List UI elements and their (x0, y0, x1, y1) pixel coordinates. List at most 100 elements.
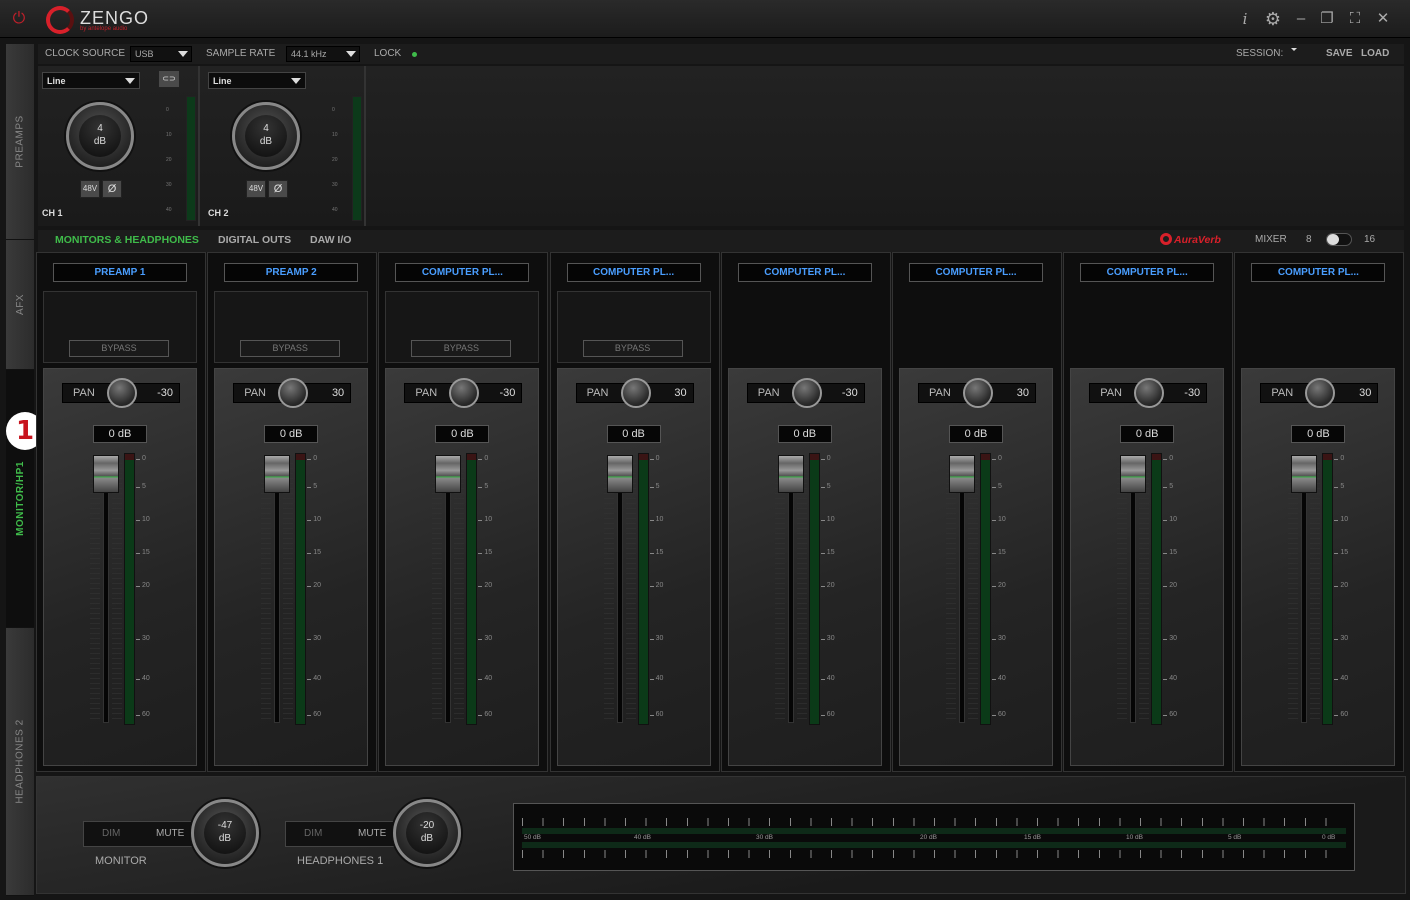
pan-knob[interactable] (449, 378, 480, 408)
headphones-dim-button[interactable]: DIM (304, 828, 322, 839)
channel-name[interactable]: COMPUTER PL... (566, 263, 701, 282)
fader-handle[interactable] (949, 455, 975, 493)
sample-rate-select[interactable]: 44.1 kHz (286, 46, 360, 62)
fader-handle[interactable] (777, 455, 804, 493)
session-dropdown-icon[interactable] (1291, 48, 1297, 51)
pan-knob[interactable] (107, 378, 137, 408)
save-button[interactable]: SAVE (1326, 48, 1353, 59)
fader-gain-value[interactable]: 0 dB (949, 425, 1003, 443)
info-icon[interactable]: i (1236, 10, 1254, 28)
fader-gain-value[interactable]: 0 dB (1291, 425, 1346, 443)
fader-track[interactable] (1130, 463, 1137, 723)
fader-gain-value[interactable]: 0 dB (435, 425, 490, 443)
fader-scale-label: 10 (307, 516, 321, 523)
phantom-power-button[interactable]: 48V (246, 180, 266, 198)
pan-value[interactable]: 30 (332, 387, 344, 399)
afx-slot[interactable]: BYPASS (214, 291, 369, 363)
power-icon[interactable]: ⏻ (10, 10, 28, 28)
headphones-dim-mute-switch[interactable]: DIM MUTE (285, 821, 403, 847)
afx-slot[interactable]: BYPASS (43, 291, 197, 363)
pan-knob[interactable] (1134, 378, 1165, 408)
app-logo-subtitle: by antelope audio (80, 26, 128, 32)
monitor-dim-button[interactable]: DIM (102, 828, 120, 839)
fader-scale-label: 20 (992, 582, 1006, 589)
pan-value[interactable]: -30 (842, 387, 858, 399)
fader-handle[interactable] (1120, 455, 1147, 493)
bypass-button[interactable]: BYPASS (69, 340, 169, 357)
input-type-select[interactable]: Line (208, 72, 306, 89)
monitor-dim-mute-switch[interactable]: DIM MUTE (83, 821, 201, 847)
afx-slot[interactable]: BYPASS (556, 291, 711, 363)
close-icon[interactable]: ✕ (1374, 10, 1392, 28)
auraverb-label[interactable]: AuraVerb (1174, 234, 1221, 246)
fader-track[interactable] (787, 463, 794, 723)
fader-track[interactable] (445, 463, 452, 723)
channel-name[interactable]: COMPUTER PL... (1080, 263, 1215, 282)
load-button[interactable]: LOAD (1361, 48, 1389, 59)
fader-track[interactable] (1301, 463, 1308, 723)
fader-handle[interactable] (264, 455, 291, 493)
routing-tab-bar: MONITORS & HEADPHONES DIGITAL OUTS DAW I… (38, 230, 1404, 252)
channel-name[interactable]: COMPUTER PL... (395, 263, 530, 282)
bypass-button[interactable]: BYPASS (582, 340, 683, 357)
pan-knob[interactable] (791, 378, 822, 408)
pan-value[interactable]: -30 (499, 387, 515, 399)
restore-icon[interactable]: ❐ (1318, 10, 1336, 28)
phase-invert-button[interactable]: Ø (102, 180, 122, 198)
fader-gain-value[interactable]: 0 dB (777, 425, 832, 443)
monitor-mute-button[interactable]: MUTE (156, 828, 184, 839)
pan-value[interactable]: -30 (157, 387, 173, 399)
mixer-size-toggle[interactable] (1326, 233, 1352, 246)
phantom-power-button[interactable]: 48V (80, 180, 100, 198)
channel-name[interactable]: COMPUTER PL... (909, 263, 1043, 282)
fullscreen-icon[interactable]: ⛶ (1346, 10, 1364, 28)
minimize-icon[interactable]: – (1292, 10, 1310, 28)
channel-name[interactable]: COMPUTER PL... (737, 263, 872, 282)
pan-value[interactable]: 30 (1359, 387, 1371, 399)
side-tab-preamps[interactable]: PREAMPS (6, 44, 34, 240)
link-channels-icon[interactable]: ⊂⊃ (158, 70, 180, 88)
fader-track[interactable] (274, 463, 281, 723)
side-tab-headphones-2[interactable]: HEADPHONES 2 (6, 628, 34, 896)
fader-gain-value[interactable]: 0 dB (264, 425, 319, 443)
headphones-mute-button[interactable]: MUTE (358, 828, 386, 839)
pan-knob[interactable] (1305, 378, 1336, 408)
fader-track[interactable] (616, 463, 623, 723)
fader-track[interactable] (959, 463, 965, 723)
pan-knob[interactable] (963, 378, 993, 408)
pan-value[interactable]: 30 (1017, 387, 1029, 399)
input-type-select[interactable]: Line (42, 72, 140, 89)
clock-source-select[interactable]: USB (130, 46, 192, 62)
pan-knob[interactable] (620, 378, 651, 408)
headphones-volume-knob[interactable]: -20 dB (393, 799, 461, 867)
bypass-button[interactable]: BYPASS (411, 340, 512, 357)
mixer-channel-strip: COMPUTER PL... PAN 30 0 dB 0 5 10 15 20 30 40 6… (1234, 252, 1405, 873)
afx-slot[interactable]: BYPASS (385, 291, 540, 363)
phase-invert-button[interactable]: Ø (268, 180, 288, 198)
side-tab-monitor-hp1[interactable]: MONITOR/HP1 (6, 370, 34, 628)
monitor-volume-knob[interactable]: -47 dB (191, 799, 259, 867)
tab-monitors-headphones[interactable]: MONITORS & HEADPHONES (55, 234, 199, 246)
side-tab-afx[interactable]: AFX (6, 240, 34, 370)
fader-gain-value[interactable]: 0 dB (1120, 425, 1175, 443)
pan-value[interactable]: -30 (1184, 387, 1200, 399)
pan-value[interactable]: 30 (674, 387, 686, 399)
fader-handle[interactable] (606, 455, 633, 493)
preamp-gain-knob[interactable]: 4 dB (232, 102, 300, 170)
fader-handle[interactable] (93, 455, 119, 493)
fader-scale-label: 20 (478, 582, 493, 589)
bypass-button[interactable]: BYPASS (240, 340, 341, 357)
channel-name[interactable]: PREAMP 1 (53, 263, 187, 282)
fader-gain-value[interactable]: 0 dB (606, 425, 661, 443)
tab-daw-io[interactable]: DAW I/O (310, 234, 351, 246)
gear-icon[interactable]: ⚙ (1264, 10, 1282, 28)
fader-track[interactable] (103, 463, 109, 723)
fader-handle[interactable] (435, 455, 462, 493)
fader-gain-value[interactable]: 0 dB (93, 425, 147, 443)
channel-name[interactable]: PREAMP 2 (224, 263, 359, 282)
pan-knob[interactable] (278, 378, 309, 408)
tab-digital-outs[interactable]: DIGITAL OUTS (218, 234, 291, 246)
preamp-gain-knob[interactable]: 4 dB (66, 102, 134, 170)
channel-name[interactable]: COMPUTER PL... (1251, 263, 1386, 282)
fader-handle[interactable] (1291, 455, 1318, 493)
